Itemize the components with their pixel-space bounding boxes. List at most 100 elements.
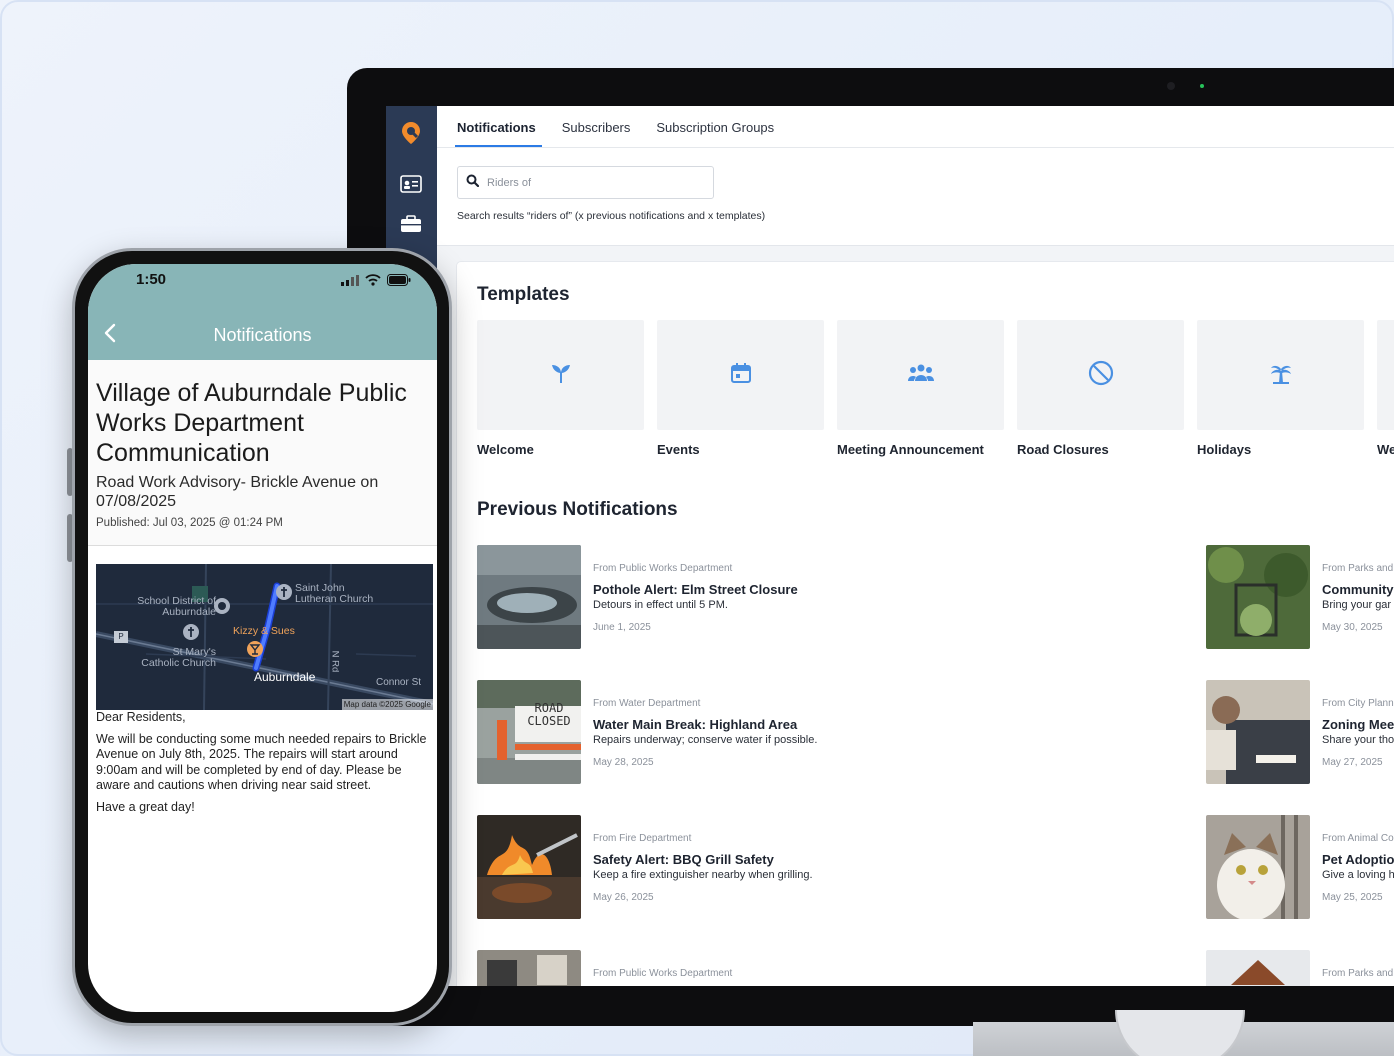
map-label-school: School District of Auburndale: [137, 595, 216, 618]
pothole-thumbnail: [477, 545, 581, 649]
notification-date: May 25, 2025: [1322, 892, 1383, 903]
tab-subscribers[interactable]: Subscribers: [562, 106, 631, 148]
notification-from: From City Plann: [1322, 698, 1394, 709]
template-holidays[interactable]: Holidays: [1197, 320, 1364, 457]
notification-item[interactable]: From Parks and: [1206, 950, 1394, 986]
templates-title: Templates: [477, 284, 570, 305]
template-card[interactable]: [1017, 320, 1184, 430]
template-meeting-announcement[interactable]: Meeting Announcement: [837, 320, 1004, 457]
notification-item[interactable]: ROAD CLOSED From Water Department Water …: [477, 680, 897, 784]
map-label-n-rd: N Rd: [329, 650, 341, 673]
trash-thumbnail: [477, 950, 581, 986]
notification-desc: Bring your gar: [1322, 599, 1392, 611]
notification-date: June 1, 2025: [593, 622, 651, 633]
template-welcome[interactable]: Welcome: [477, 320, 644, 457]
template-events[interactable]: Events: [657, 320, 824, 457]
people-icon: [907, 362, 935, 389]
template-card[interactable]: [1377, 320, 1394, 430]
template-card[interactable]: [477, 320, 644, 430]
church-marker-icon[interactable]: [182, 623, 200, 646]
palm-tree-icon: [1268, 360, 1294, 391]
template-card[interactable]: [1197, 320, 1364, 430]
briefcase-icon[interactable]: [398, 211, 424, 237]
notification-date: May 30, 2025: [1322, 622, 1383, 633]
notice-header: Village of Auburndale Public Works Depar…: [88, 360, 437, 546]
bbq-thumbnail: [477, 815, 581, 919]
template-card[interactable]: [657, 320, 824, 430]
monitor-led: [1200, 84, 1204, 88]
search-icon: [466, 174, 480, 192]
bar-marker-icon[interactable]: [246, 640, 264, 663]
previous-notifications-title: Previous Notifications: [477, 499, 678, 520]
notification-desc: Repairs underway; conserve water if poss…: [593, 734, 818, 746]
phone-screen: 1:50 Notifications Village of Auburndale…: [88, 264, 437, 1012]
phone-status-bar: 1:50: [88, 264, 437, 314]
template-label: We: [1377, 442, 1394, 457]
template-partial[interactable]: We: [1377, 320, 1394, 457]
phone-header-title: Notifications: [213, 325, 312, 345]
map-label-st-marys: St Mary's Catholic Church: [141, 646, 216, 669]
notice-subject: Road Work Advisory- Brickle Avenue on 07…: [96, 474, 379, 510]
notification-item[interactable]: From City Plann Zoning Meet Share your t…: [1206, 680, 1394, 784]
notification-title: Pothole Alert: Elm Street Closure: [593, 582, 798, 597]
template-label: Meeting Announcement: [837, 442, 984, 457]
notification-desc: Share your tho: [1322, 734, 1394, 746]
map-view[interactable]: P School District of Auburndale Saint Jo…: [96, 564, 433, 710]
notification-item[interactable]: From Public Works Department Pothole Ale…: [477, 545, 897, 649]
content-card: Templates Welcome Events Meeting Announc…: [457, 262, 1394, 986]
notification-item[interactable]: From Fire Department Safety Alert: BBQ G…: [477, 815, 897, 919]
status-icons: [341, 273, 411, 291]
phone-device: 1:50 Notifications Village of Auburndale…: [72, 248, 452, 1026]
search-results-text: Search results “riders of” (x previous n…: [457, 210, 766, 222]
notification-date: May 26, 2025: [593, 892, 654, 903]
status-time: 1:50: [136, 271, 167, 288]
notice-body: Dear Residents, We will be conducting so…: [96, 710, 429, 821]
notification-title: Pet Adoptior: [1322, 852, 1394, 867]
garden-thumbnail: [1206, 545, 1310, 649]
road-closed-thumbnail: ROAD CLOSED: [477, 680, 581, 784]
map-label-saint-john: Saint John Lutheran Church: [295, 582, 374, 605]
template-road-closures[interactable]: Road Closures: [1017, 320, 1184, 457]
battery-icon: [387, 273, 411, 291]
map-parking-label: P: [114, 631, 128, 643]
tab-divider: [437, 147, 1394, 148]
tab-bar: Notifications Subscribers Subscription G…: [455, 106, 774, 148]
notification-desc: Give a loving h: [1322, 869, 1394, 881]
body-signoff: Have a great day!: [96, 799, 195, 814]
org-title: Village of Auburndale Public Works Depar…: [96, 379, 407, 467]
church-marker-icon[interactable]: [275, 583, 293, 606]
brand-logo-icon[interactable]: [398, 120, 424, 146]
notification-from: From Fire Department: [593, 833, 692, 844]
sprout-icon: [549, 361, 573, 390]
notification-item[interactable]: From Animal Co Pet Adoptior Give a lovin…: [1206, 815, 1394, 919]
template-card[interactable]: [837, 320, 1004, 430]
monitor-camera: [1167, 82, 1175, 90]
tab-notifications[interactable]: Notifications: [455, 106, 542, 148]
tab-subscription-groups[interactable]: Subscription Groups: [656, 106, 774, 148]
template-label: Welcome: [477, 442, 534, 457]
notification-desc: Keep a fire extinguisher nearby when gri…: [593, 869, 813, 881]
map-label-connor: Connor St: [376, 677, 422, 688]
notification-from: From Water Department: [593, 698, 701, 709]
map-attribution: Map data ©2025 Google: [341, 699, 433, 710]
notification-title: Water Main Break: Highland Area: [593, 717, 798, 732]
notification-from: From Animal Co: [1322, 833, 1394, 844]
notification-desc: Detours in effect until 5 PM.: [593, 599, 728, 611]
notification-title: Zoning Meet: [1322, 717, 1394, 732]
search-box[interactable]: [457, 166, 714, 199]
app-main: Notifications Subscribers Subscription G…: [437, 106, 1394, 986]
template-label: Holidays: [1197, 442, 1252, 457]
map-label-town: Auburndale: [254, 670, 316, 684]
notification-item[interactable]: From Parks and Community ( Bring your ga…: [1206, 545, 1394, 649]
meeting-thumbnail: [1206, 680, 1310, 784]
cellular-signal-icon: [341, 273, 359, 291]
notification-from: From Public Works Department: [593, 563, 733, 574]
published-date: Published: Jul 03, 2025 @ 01:24 PM: [96, 517, 283, 529]
notification-title: Community (: [1322, 582, 1394, 597]
contact-card-icon[interactable]: [398, 171, 424, 197]
templates-row: Welcome Events Meeting Announcement Road…: [477, 320, 1394, 457]
notification-item[interactable]: From Public Works Department: [477, 950, 897, 986]
monitor-stand-arc: [1115, 1010, 1245, 1056]
search-input[interactable]: [487, 176, 687, 189]
notification-date: May 27, 2025: [1322, 757, 1383, 768]
